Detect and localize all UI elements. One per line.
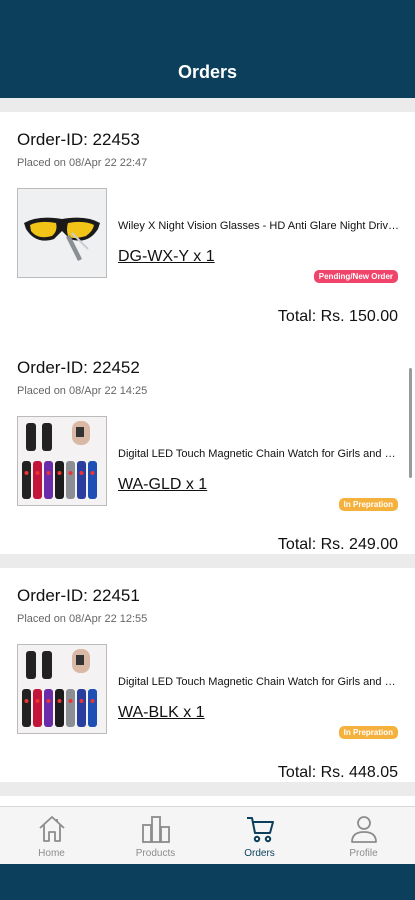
orders-list[interactable]: Order-ID: 22453 Placed on 08/Apr 22 22:4… (0, 98, 415, 806)
status-badge: Pending/New Order (313, 270, 398, 283)
product-image (17, 416, 107, 506)
nav-profile[interactable]: Profile (312, 807, 415, 865)
product-sku-quantity[interactable]: WA-BLK x 1 (118, 704, 205, 722)
scrollbar[interactable] (409, 368, 412, 478)
nav-products[interactable]: Products (104, 807, 207, 865)
product-sku-quantity[interactable]: WA-GLD x 1 (118, 476, 207, 494)
order-id: Order-ID: 22452 (17, 358, 140, 377)
nav-profile-label: Profile (349, 848, 378, 859)
nav-orders[interactable]: Orders (208, 807, 311, 865)
nav-orders-label: Orders (244, 848, 275, 859)
watch-image (18, 645, 106, 733)
product-image (17, 188, 107, 278)
product-name: Digital LED Touch Magnetic Chain Watch f… (118, 676, 400, 688)
order-date: Placed on 08/Apr 22 14:25 (17, 385, 148, 397)
order-total: Total: Rs. 249.00 (277, 536, 398, 553)
product-sku-quantity[interactable]: DG-WX-Y x 1 (118, 248, 215, 266)
home-icon (39, 816, 65, 842)
cart-icon (247, 817, 274, 843)
order-card-3[interactable]: Order-ID: 22451 Placed on 08/Apr 22 12:5… (0, 568, 415, 782)
order-id: Order-ID: 22453 (17, 130, 140, 149)
status-badge: In Prepration (338, 498, 398, 511)
nav-home-label: Home (38, 848, 65, 859)
product-name: Digital LED Touch Magnetic Chain Watch f… (118, 448, 400, 460)
order-card[interactable]: Order-ID: 22453 Placed on 08/Apr 22 22:4… (0, 112, 415, 340)
order-card-partial[interactable] (0, 796, 415, 806)
glasses-image (18, 189, 106, 277)
system-bottom-bar (0, 864, 415, 900)
page-title: Orders (177, 62, 238, 82)
order-total: Total: Rs. 150.00 (277, 308, 398, 325)
order-date: Placed on 08/Apr 22 22:47 (17, 157, 148, 169)
app-header: Orders (0, 0, 415, 98)
bottom-navigation: Home Products Orders Profile (0, 806, 415, 864)
product-image (17, 644, 107, 734)
product-name: Wiley X Night Vision Glasses - HD Anti G… (118, 220, 400, 232)
order-id: Order-ID: 22451 (17, 586, 140, 605)
profile-icon (351, 816, 377, 843)
order-total: Total: Rs. 448.05 (277, 764, 398, 781)
watch-image (18, 417, 106, 505)
nav-home[interactable]: Home (0, 807, 103, 865)
status-badge: In Prepration (338, 726, 398, 739)
order-card-2[interactable]: Order-ID: 22452 Placed on 08/Apr 22 14:2… (0, 340, 415, 554)
products-icon (142, 816, 170, 843)
nav-products-label: Products (135, 848, 176, 859)
order-date: Placed on 08/Apr 22 12:55 (17, 613, 148, 625)
